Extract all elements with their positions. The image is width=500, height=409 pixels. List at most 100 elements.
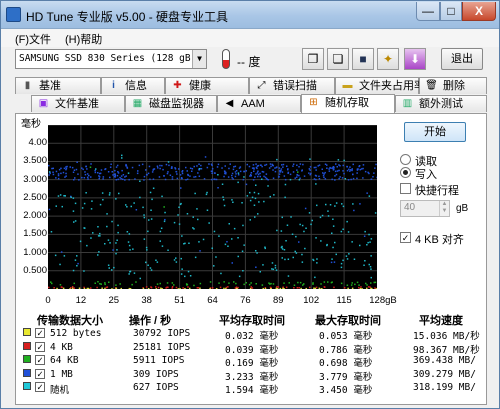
scatter-point [310,172,312,175]
scatter-point [373,281,375,284]
scatter-point [342,259,344,262]
tab-health[interactable]: ✚ 健康 [165,77,249,94]
scatter-point [191,168,194,170]
read-radio[interactable] [400,154,411,165]
series-checkbox[interactable]: ✓ [35,328,45,338]
write-option[interactable]: 写入 [400,166,437,182]
scatter-point [231,238,233,240]
drive-select[interactable]: SAMSUNG SSD 830 Series (128 gB) ▼ [15,49,207,69]
scatter-point [159,164,161,167]
tab-folder-usage[interactable]: ▬ 文件夹占用率 [335,77,425,94]
tab-random-access[interactable]: ⊞ 随机存取 [301,94,395,113]
x-tick-label: 102 [303,295,320,306]
x-tick-label: 128gB [369,295,397,306]
scatter-point [63,167,66,170]
scatter-point [353,209,355,212]
scatter-point [177,214,179,216]
scatter-point [330,167,332,169]
series-checkbox[interactable]: ✓ [35,382,45,392]
short-stroke-checkbox[interactable] [400,183,411,194]
scatter-point [198,163,200,165]
scatter-point [81,207,84,209]
scatter-point [358,165,360,168]
scatter-point [340,230,343,233]
tab-erase[interactable]: 🗑 删除 [419,77,487,94]
scatter-point [265,163,268,166]
title-bar[interactable]: HD Tune 专业版 v5.00 - 硬盘专业工具 — □ X [1,1,499,29]
tab-info[interactable]: i 信息 [101,77,165,94]
exit-button[interactable]: 退出 [441,48,483,70]
tab-file-benchmark[interactable]: ▣ 文件基准 [31,95,125,112]
series-checkbox[interactable]: ✓ [35,341,45,352]
scatter-point [157,167,159,169]
scatter-point [270,288,272,289]
scatter-point [200,168,203,170]
write-label: 写入 [415,169,437,181]
tab-disk-monitor[interactable]: ▦ 磁盘监视器 [125,95,217,112]
scatter-point [55,170,58,173]
chevron-down-icon[interactable]: ▼ [192,50,206,68]
scatter-point [315,166,317,169]
save-button[interactable]: ■ [352,48,374,70]
close-button[interactable]: X [462,2,496,21]
y-tick-label: 3.000 [23,173,47,185]
copy-button[interactable]: ❐ [302,48,324,70]
tab-error-scan[interactable]: ⤢ 错误扫描 [249,77,335,94]
spinner-arrows-icon[interactable]: ▲ ▼ [439,201,449,216]
minimize-button[interactable]: — [416,2,440,21]
thermometer-icon [222,49,230,69]
scatter-point [151,171,154,173]
scatter-point [167,171,169,173]
scatter-point [109,166,112,168]
x-tick-label: 0 [45,295,51,306]
maximize-button[interactable]: □ [440,2,462,21]
scatter-point [106,286,109,288]
scatter-point [375,288,377,289]
scatter-point [211,164,213,167]
latency-scatter-chart [48,125,377,289]
scatter-point [253,191,256,194]
start-button[interactable]: 开始 [404,122,466,142]
scatter-point [48,164,50,167]
short-stroke-label: 快捷行程 [415,185,459,197]
tab-aam[interactable]: ◀ AAM [217,95,301,112]
scatter-point [121,169,123,172]
menu-file[interactable]: (F)文件 [15,31,51,47]
scatter-point [143,216,146,219]
options-button[interactable]: ✦ [377,48,399,70]
tab-extra-tests[interactable]: ▥ 额外测试 [395,95,487,112]
scatter-point [265,173,268,175]
scatter-point [224,243,227,246]
scatter-point [281,248,284,250]
scatter-point [206,166,209,169]
scatter-point [106,225,108,228]
copy-alt-button[interactable]: ❏ [327,48,349,70]
cell-avg: 1.594 毫秒 [225,385,279,396]
tab-benchmark[interactable]: ▮ 基准 [15,77,101,94]
scatter-point [231,177,233,179]
scatter-point [223,175,225,178]
copy-alt-icon: ❏ [332,52,344,66]
write-radio[interactable] [400,167,411,178]
scatter-point [99,172,102,175]
scatter-point [250,175,252,177]
short-stroke-option[interactable]: 快捷行程 [400,182,459,198]
align-4k-option[interactable]: ✓ 4 KB 对齐 [400,231,464,247]
menu-help[interactable]: (H)帮助 [65,31,102,47]
scatter-point [254,176,256,178]
scatter-point [364,170,367,173]
scatter-point [280,170,282,172]
tab-label: 文件基准 [55,98,99,110]
series-checkbox[interactable]: ✓ [35,355,45,365]
align-4k-checkbox[interactable]: ✓ [400,232,411,243]
short-stroke-size-value: 40 [404,202,416,213]
series-checkbox[interactable]: ✓ [35,368,45,379]
scatter-point [128,273,130,275]
scatter-point [366,244,368,246]
scatter-point [234,165,237,168]
download-button[interactable]: ⬇ [404,48,426,70]
scatter-point [343,159,345,162]
scatter-point [116,174,119,177]
benchmark-icon: ▮ [24,80,31,91]
scatter-point [346,220,348,223]
